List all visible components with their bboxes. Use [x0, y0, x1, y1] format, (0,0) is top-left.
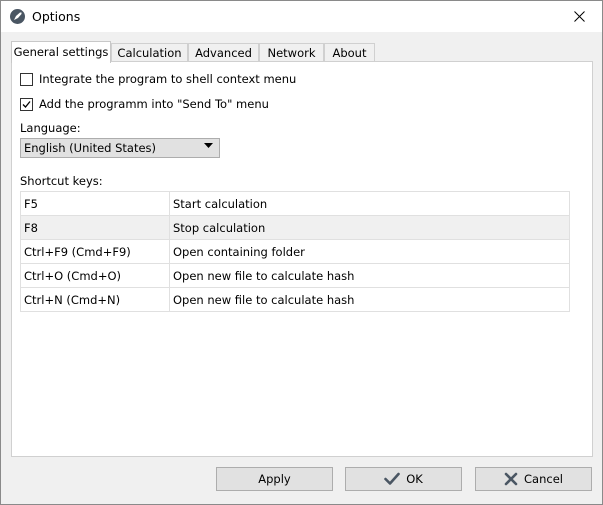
checkmark-icon	[22, 100, 31, 108]
shortcut-key: F8	[20, 215, 170, 240]
tab-label: About	[332, 46, 367, 60]
send-to-option[interactable]: Add the programm into "Send To" menu	[20, 97, 269, 111]
tab-advanced[interactable]: Advanced	[188, 43, 259, 62]
shortcut-action: Start calculation	[169, 191, 570, 216]
rocket-icon	[10, 9, 25, 24]
window-title: Options	[32, 9, 81, 24]
close-button[interactable]	[556, 1, 602, 32]
tab-about[interactable]: About	[324, 43, 375, 62]
ok-label: OK	[406, 472, 423, 486]
table-row[interactable]: F5 Start calculation	[20, 191, 570, 216]
table-row[interactable]: Ctrl+O (Cmd+O) Open new file to calculat…	[20, 263, 570, 288]
shortcut-action: Open containing folder	[169, 239, 570, 264]
shell-integration-label: Integrate the program to shell context m…	[39, 72, 297, 86]
tab-calculation[interactable]: Calculation	[111, 43, 188, 62]
close-icon	[573, 11, 585, 22]
table-row[interactable]: Ctrl+N (Cmd+N) Open new file to calculat…	[20, 287, 570, 312]
checkmark-icon	[384, 472, 401, 485]
language-label: Language:	[20, 121, 81, 135]
language-select[interactable]: English (United States)	[20, 138, 220, 158]
apply-label: Apply	[258, 472, 291, 486]
ok-button[interactable]: OK	[345, 467, 462, 491]
cancel-label: Cancel	[524, 472, 563, 486]
tab-network[interactable]: Network	[259, 43, 324, 62]
x-icon	[504, 472, 518, 486]
send-to-label: Add the programm into "Send To" menu	[39, 97, 269, 111]
cancel-button[interactable]: Cancel	[475, 467, 592, 491]
table-row[interactable]: F8 Stop calculation	[20, 215, 570, 240]
triangle-down-icon	[204, 143, 213, 148]
options-dialog: Options General settings Calculation Adv…	[0, 0, 603, 505]
table-row[interactable]: Ctrl+F9 (Cmd+F9) Open containing folder	[20, 239, 570, 264]
shortcut-action: Open new file to calculate hash	[169, 263, 570, 288]
shortcut-table: F5 Start calculation F8 Stop calculation…	[20, 191, 570, 312]
shortcut-keys-label: Shortcut keys:	[20, 174, 103, 188]
shortcut-key: Ctrl+F9 (Cmd+F9)	[20, 239, 170, 264]
tab-label: General settings	[13, 45, 109, 59]
tab-general-settings[interactable]: General settings	[11, 41, 111, 63]
shell-integration-checkbox[interactable]	[20, 72, 33, 86]
title-bar: Options	[1, 1, 602, 32]
general-settings-panel: Integrate the program to shell context m…	[11, 61, 593, 457]
shortcut-key: F5	[20, 191, 170, 216]
shortcut-key: Ctrl+O (Cmd+O)	[20, 263, 170, 288]
shell-integration-option[interactable]: Integrate the program to shell context m…	[20, 72, 296, 86]
tab-label: Calculation	[117, 46, 182, 60]
tab-label: Advanced	[195, 46, 252, 60]
shortcut-key: Ctrl+N (Cmd+N)	[20, 287, 170, 312]
send-to-checkbox[interactable]	[20, 97, 33, 111]
language-value: English (United States)	[24, 141, 157, 155]
shortcut-action: Open new file to calculate hash	[169, 287, 570, 312]
apply-button[interactable]: Apply	[216, 467, 333, 491]
tab-label: Network	[267, 46, 316, 60]
shortcut-action: Stop calculation	[169, 215, 570, 240]
